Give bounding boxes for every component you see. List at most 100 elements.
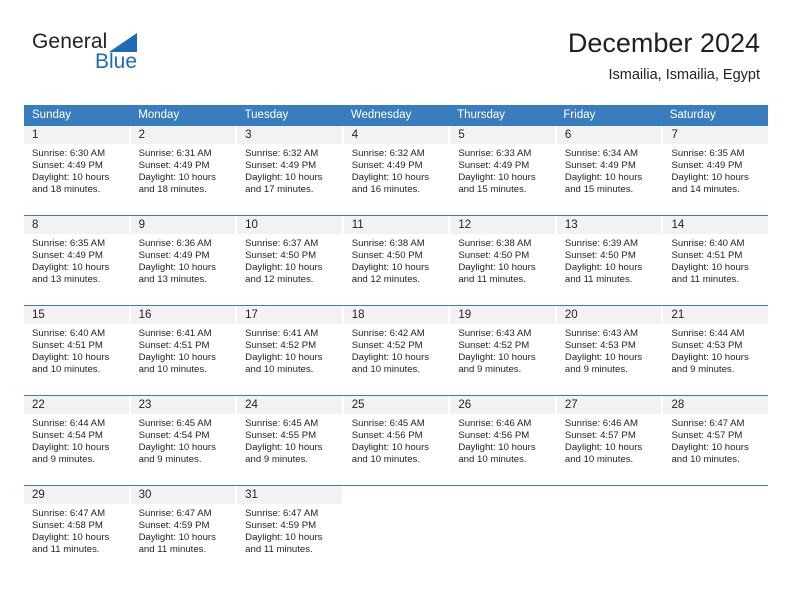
- daylight-text-line1: Daylight: 10 hours: [458, 352, 536, 364]
- calendar-day-cell[interactable]: 15 Sunrise: 6:40 AM Sunset: 4:51 PM Dayligh…: [24, 306, 129, 395]
- day-details: Sunrise: 6:47 AM Sunset: 4:59 PM Daylight:…: [131, 504, 236, 556]
- day-number: 3: [237, 126, 342, 144]
- sunrise-text: Sunrise: 6:46 AM: [564, 418, 638, 429]
- day-details: Sunrise: 6:35 AM Sunset: 4:49 PM Daylight:…: [663, 144, 768, 196]
- calendar-day-cell[interactable]: 8 Sunrise: 6:35 AM Sunset: 4:49 PM Daylight…: [24, 216, 129, 305]
- day-details: Sunrise: 6:36 AM Sunset: 4:49 PM Daylight:…: [131, 234, 236, 286]
- day-details: Sunrise: 6:46 AM Sunset: 4:56 PM Daylight:…: [450, 414, 555, 466]
- day-details: Sunrise: 6:43 AM Sunset: 4:53 PM Daylight:…: [557, 324, 662, 376]
- day-number: 6: [556, 126, 662, 144]
- calendar-day-cell[interactable]: 28 Sunrise: 6:47 AM Sunset: 4:57 PM Dayligh…: [661, 396, 769, 485]
- sunrise-text: Sunrise: 6:37 AM: [245, 238, 319, 249]
- daylight-text-line1: Daylight: 10 hours: [671, 172, 749, 184]
- calendar-day-cell-empty: [554, 486, 662, 575]
- calendar-day-cell[interactable]: 20 Sunrise: 6:43 AM Sunset: 4:53 PM Dayligh…: [554, 306, 662, 395]
- calendar-day-cell[interactable]: 9 Sunrise: 6:36 AM Sunset: 4:49 PM Daylight…: [128, 216, 236, 305]
- daylight-text-line1: Daylight: 10 hours: [138, 352, 216, 364]
- day-details: Sunrise: 6:43 AM Sunset: 4:52 PM Daylight:…: [450, 324, 555, 376]
- calendar-day-cell[interactable]: 23 Sunrise: 6:45 AM Sunset: 4:54 PM Dayligh…: [128, 396, 236, 485]
- daylight-text-line2: and 10 minutes.: [32, 364, 101, 376]
- day-details: [344, 504, 449, 508]
- daylight-text-line2: and 17 minutes.: [245, 184, 314, 196]
- calendar-day-cell[interactable]: 6 Sunrise: 6:34 AM Sunset: 4:49 PM Daylight…: [554, 126, 662, 215]
- sunset-text: Sunset: 4:52 PM: [245, 340, 317, 352]
- daylight-text-line1: Daylight: 10 hours: [458, 172, 536, 184]
- daylight-text-line2: and 9 minutes.: [32, 454, 95, 466]
- calendar-day-cell[interactable]: 16 Sunrise: 6:41 AM Sunset: 4:51 PM Dayligh…: [128, 306, 236, 395]
- daylight-text-line2: and 12 minutes.: [245, 274, 314, 286]
- weekday-header-row: Sunday Monday Tuesday Wednesday Thursday Frid…: [24, 105, 768, 126]
- daylight-text-line1: Daylight: 10 hours: [245, 172, 323, 184]
- daylight-text-line2: and 10 minutes.: [671, 454, 740, 466]
- daylight-text-line2: and 9 minutes.: [138, 454, 202, 466]
- daylight-text-line2: and 11 minutes.: [245, 544, 313, 556]
- calendar-day-cell[interactable]: 7 Sunrise: 6:35 AM Sunset: 4:49 PM Daylight…: [661, 126, 769, 215]
- calendar-day-cell[interactable]: 12 Sunrise: 6:38 AM Sunset: 4:50 PM Dayligh…: [448, 216, 555, 305]
- day-details: Sunrise: 6:34 AM Sunset: 4:49 PM Daylight:…: [557, 144, 662, 196]
- calendar-day-cell[interactable]: 18 Sunrise: 6:42 AM Sunset: 4:52 PM Dayligh…: [341, 306, 449, 395]
- calendar-day-cell[interactable]: 3 Sunrise: 6:32 AM Sunset: 4:49 PM Daylight…: [235, 126, 342, 215]
- daylight-text-line2: and 15 minutes.: [564, 184, 634, 196]
- daylight-text-line1: Daylight: 10 hours: [138, 532, 216, 544]
- day-number: [343, 486, 449, 504]
- day-details: Sunrise: 6:46 AM Sunset: 4:57 PM Daylight:…: [557, 414, 662, 466]
- sunset-text: Sunset: 4:50 PM: [564, 250, 636, 262]
- calendar-day-cell[interactable]: 5 Sunrise: 6:33 AM Sunset: 4:49 PM Daylight…: [448, 126, 555, 215]
- calendar-day-cell[interactable]: 19 Sunrise: 6:43 AM Sunset: 4:52 PM Dayligh…: [448, 306, 555, 395]
- calendar-day-cell[interactable]: 13 Sunrise: 6:39 AM Sunset: 4:50 PM Dayligh…: [554, 216, 662, 305]
- calendar-grid: Sunday Monday Tuesday Wednesday Thursday Frid…: [24, 105, 769, 575]
- daylight-text-line1: Daylight: 10 hours: [138, 262, 216, 274]
- day-number: 22: [24, 396, 129, 414]
- daylight-text-line1: Daylight: 10 hours: [458, 262, 536, 274]
- daylight-text-line2: and 10 minutes.: [351, 364, 421, 376]
- sunrise-text: Sunrise: 6:40 AM: [32, 328, 106, 339]
- daylight-text-line2: and 10 minutes.: [458, 454, 527, 466]
- calendar-day-cell[interactable]: 2 Sunrise: 6:31 AM Sunset: 4:49 PM Daylight…: [128, 126, 236, 215]
- calendar-day-cell[interactable]: 24 Sunrise: 6:45 AM Sunset: 4:55 PM Dayligh…: [235, 396, 342, 485]
- calendar-day-cell[interactable]: 22 Sunrise: 6:44 AM Sunset: 4:54 PM Dayligh…: [24, 396, 129, 485]
- calendar-day-cell[interactable]: 30 Sunrise: 6:47 AM Sunset: 4:59 PM Dayligh…: [128, 486, 236, 575]
- sunset-text: Sunset: 4:54 PM: [138, 430, 210, 442]
- calendar-day-cell[interactable]: 4 Sunrise: 6:32 AM Sunset: 4:49 PM Daylight…: [341, 126, 449, 215]
- sunset-text: Sunset: 4:53 PM: [564, 340, 636, 352]
- daylight-text-line1: Daylight: 10 hours: [351, 262, 430, 274]
- sunrise-text: Sunrise: 6:35 AM: [671, 148, 745, 159]
- daylight-text-line2: and 10 minutes.: [245, 364, 314, 376]
- day-number: 12: [450, 216, 555, 234]
- daylight-text-line2: and 18 minutes.: [32, 184, 101, 196]
- sunrise-text: Sunrise: 6:39 AM: [564, 238, 638, 249]
- calendar-day-cell[interactable]: 17 Sunrise: 6:41 AM Sunset: 4:52 PM Dayligh…: [235, 306, 342, 395]
- calendar-week-row: 22 Sunrise: 6:44 AM Sunset: 4:54 PM Dayligh…: [24, 395, 769, 485]
- sunrise-text: Sunrise: 6:47 AM: [245, 508, 319, 519]
- sunrise-text: Sunrise: 6:38 AM: [351, 238, 425, 249]
- day-details: Sunrise: 6:45 AM Sunset: 4:55 PM Daylight:…: [237, 414, 342, 466]
- calendar-day-cell[interactable]: 29 Sunrise: 6:47 AM Sunset: 4:58 PM Dayligh…: [24, 486, 129, 575]
- calendar-day-cell[interactable]: 10 Sunrise: 6:37 AM Sunset: 4:50 PM Dayligh…: [235, 216, 342, 305]
- day-number: 13: [556, 216, 662, 234]
- calendar-day-cell[interactable]: 1 Sunrise: 6:30 AM Sunset: 4:49 PM Daylight…: [24, 126, 129, 215]
- sunrise-text: Sunrise: 6:44 AM: [671, 328, 745, 339]
- calendar-day-cell[interactable]: 25 Sunrise: 6:45 AM Sunset: 4:56 PM Dayligh…: [341, 396, 449, 485]
- daylight-text-line2: and 11 minutes.: [458, 274, 526, 286]
- day-number: 24: [237, 396, 342, 414]
- calendar-day-cell[interactable]: 31 Sunrise: 6:47 AM Sunset: 4:59 PM Dayligh…: [235, 486, 342, 575]
- sunset-text: Sunset: 4:49 PM: [564, 160, 636, 172]
- calendar-day-cell[interactable]: 11 Sunrise: 6:38 AM Sunset: 4:50 PM Dayligh…: [341, 216, 449, 305]
- sunrise-text: Sunrise: 6:46 AM: [458, 418, 532, 429]
- calendar-day-cell[interactable]: 21 Sunrise: 6:44 AM Sunset: 4:53 PM Dayligh…: [661, 306, 769, 395]
- daylight-text-line1: Daylight: 10 hours: [671, 442, 749, 454]
- day-details: [557, 504, 662, 508]
- day-number: 31: [237, 486, 342, 504]
- daylight-text-line1: Daylight: 10 hours: [671, 262, 749, 274]
- calendar-day-cell[interactable]: 26 Sunrise: 6:46 AM Sunset: 4:56 PM Dayligh…: [448, 396, 555, 485]
- day-number: 5: [450, 126, 555, 144]
- brand-logo[interactable]: General Blue: [32, 30, 212, 82]
- calendar-day-cell[interactable]: 14 Sunrise: 6:40 AM Sunset: 4:51 PM Dayligh…: [661, 216, 769, 305]
- brand-name-blue: Blue: [95, 50, 138, 73]
- daylight-text-line2: and 11 minutes.: [564, 274, 633, 286]
- day-number: 25: [343, 396, 449, 414]
- sunrise-text: Sunrise: 6:32 AM: [351, 148, 425, 159]
- day-details: Sunrise: 6:32 AM Sunset: 4:49 PM Daylight:…: [344, 144, 449, 196]
- calendar-day-cell-empty: [341, 486, 449, 575]
- calendar-day-cell[interactable]: 27 Sunrise: 6:46 AM Sunset: 4:57 PM Dayligh…: [554, 396, 662, 485]
